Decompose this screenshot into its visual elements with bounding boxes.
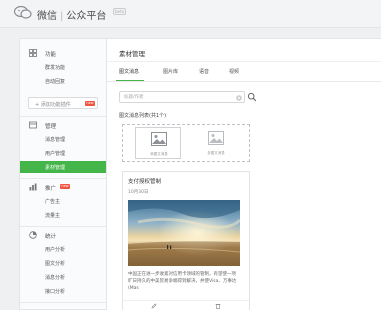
sidebar-section-manage: 管理 xyxy=(20,119,106,131)
article-cover-image xyxy=(128,200,240,266)
function-grid-icon xyxy=(29,49,37,57)
tab-image-library[interactable]: 图片库 xyxy=(163,68,178,75)
add-plugin-label: + 添加功能插件 xyxy=(35,102,71,108)
wechat-logo-icon xyxy=(14,6,32,19)
sidebar-item-materials[interactable]: 素材管理 xyxy=(20,161,106,173)
sidebar-divider xyxy=(20,178,106,179)
sidebar-item-label: 用户分析 xyxy=(45,247,66,253)
article-title: 支付授权管制 xyxy=(128,179,162,185)
sidebar-divider xyxy=(20,302,106,303)
sidebar-item-label: 图文分析 xyxy=(45,261,66,267)
create-multi-article-button[interactable]: 多图文消息 xyxy=(193,127,239,159)
sidebar-item-label: 自动回复 xyxy=(45,79,66,85)
search-input[interactable] xyxy=(124,94,224,101)
sidebar: 功能 群发功能 自动回复 + 添加功能插件 new 管理 消息管理 用户管理 素… xyxy=(19,38,107,310)
tab-video[interactable]: 视频 xyxy=(229,68,239,75)
sidebar-divider xyxy=(20,226,106,227)
beta-badge: beta xyxy=(113,8,127,15)
create-single-article-button[interactable]: 单图文消息 xyxy=(135,127,181,159)
delete-icon[interactable] xyxy=(215,303,221,309)
sidebar-item-advertiser[interactable]: 广告主 xyxy=(20,195,106,207)
sidebar-item-article-analysis[interactable]: 图文分析 xyxy=(20,257,106,269)
article-date: 10月30日 xyxy=(128,190,149,195)
section-title-function: 功能 xyxy=(45,52,57,58)
sidebar-item-label: 素材管理 xyxy=(45,165,66,171)
tab-articles[interactable]: 图文消息 xyxy=(119,68,139,75)
section-title-stats: 统计 xyxy=(45,234,57,240)
image-placeholder-icon xyxy=(208,131,224,145)
promote-icon xyxy=(29,183,37,191)
sidebar-item-message-analysis[interactable]: 消息分析 xyxy=(20,271,106,283)
sidebar-item-api-analysis[interactable]: 接口分析 xyxy=(20,285,106,297)
image-placeholder-icon xyxy=(151,132,167,146)
edit-icon[interactable] xyxy=(151,303,157,309)
sidebar-item-label: 消息管理 xyxy=(45,137,66,143)
tab-voice[interactable]: 语音 xyxy=(199,68,209,75)
brand-title: 微信 | 公众平台 xyxy=(37,7,106,22)
article-list-count: 图文消息列表(共1个) xyxy=(119,113,167,119)
tabs-divider xyxy=(107,81,381,82)
article-card[interactable]: 支付授权管制 10月30日 中国正在进一步收紧对信用卡领域的管制，有望使一项旷日… xyxy=(122,171,250,310)
manage-icon xyxy=(29,121,37,129)
top-header: 微信 | 公众平台 beta xyxy=(0,0,381,28)
sidebar-item-auto-reply[interactable]: 自动回复 xyxy=(20,75,106,87)
new-badge: new xyxy=(60,184,70,189)
new-badge: new xyxy=(85,101,95,106)
sidebar-item-mass-send[interactable]: 群发功能 xyxy=(20,61,106,73)
sidebar-item-label: 广告主 xyxy=(45,199,61,205)
single-article-label: 单图文消息 xyxy=(150,152,168,156)
sidebar-item-label: 群发功能 xyxy=(45,65,66,71)
title-divider xyxy=(107,61,381,62)
platform-name: 公众平台 xyxy=(66,11,107,22)
page-title: 素材管理 xyxy=(119,50,145,58)
sidebar-section-stats: 统计 xyxy=(20,229,106,241)
search-icon[interactable] xyxy=(247,92,257,102)
app-name: 微信 xyxy=(37,11,57,22)
main-panel: 素材管理 图文消息 图片库 语音 视频 图文消息列表(共1个) 单图文消息 xyxy=(107,38,381,310)
sidebar-section-function: 功能 xyxy=(20,47,106,59)
sidebar-item-user-analysis[interactable]: 用户分析 xyxy=(20,243,106,255)
sidebar-section-promote: 推广 new xyxy=(20,181,106,193)
sidebar-item-label: 用户管理 xyxy=(45,151,66,157)
sidebar-item-label: 消息分析 xyxy=(45,275,66,281)
create-article-area: 单图文消息 多图文消息 xyxy=(122,124,250,162)
sidebar-divider xyxy=(20,116,106,117)
multi-article-label: 多图文消息 xyxy=(207,151,225,155)
add-plugin-button[interactable]: + 添加功能插件 new xyxy=(28,97,98,109)
article-description: 中国正在进一步收紧对信用卡领域的管制，有望使一项旷日持久的中美贸易争端得到解决，… xyxy=(128,272,237,291)
brand-separator: | xyxy=(60,11,64,22)
sidebar-item-label: 流量主 xyxy=(45,213,61,219)
search-field[interactable] xyxy=(119,91,245,103)
sidebar-item-label: 接口分析 xyxy=(45,289,66,295)
section-title-manage: 管理 xyxy=(45,124,57,130)
section-title-promote: 推广 xyxy=(45,186,57,192)
card-footer-divider xyxy=(123,300,249,301)
sidebar-item-users[interactable]: 用户管理 xyxy=(20,147,106,159)
stats-icon xyxy=(29,231,37,239)
sidebar-item-traffic-owner[interactable]: 流量主 xyxy=(20,209,106,221)
clear-icon[interactable] xyxy=(236,95,242,101)
sidebar-item-messages[interactable]: 消息管理 xyxy=(20,133,106,145)
